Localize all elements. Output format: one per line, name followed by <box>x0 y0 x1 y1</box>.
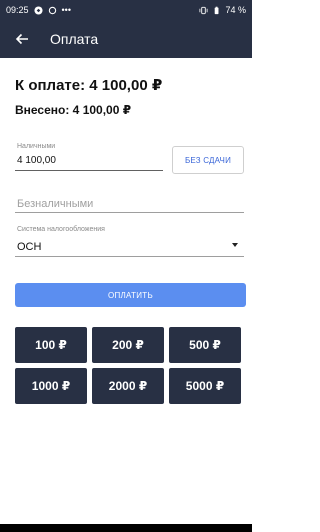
amount-paid: Внесено: 4 100,00 ₽ <box>15 103 132 117</box>
tax-system-select[interactable]: ОСН <box>17 241 41 253</box>
cashless-input-underline <box>15 212 244 213</box>
quick-amount-500-button[interactable]: 500 ₽ <box>169 327 241 363</box>
quick-amount-5000-button[interactable]: 5000 ₽ <box>169 368 241 404</box>
cash-input[interactable]: 4 100,00 <box>17 155 56 166</box>
battery-level: 74 % <box>225 5 246 15</box>
sync-icon <box>48 6 56 14</box>
quick-amount-2000-button[interactable]: 2000 ₽ <box>92 368 164 404</box>
status-bar: 09:25 ••• 74 % <box>0 0 252 20</box>
page-title: Оплата <box>50 31 99 47</box>
cash-input-underline <box>15 170 163 171</box>
vibrate-icon <box>199 6 208 14</box>
cashless-input[interactable]: Безналичными <box>17 198 93 210</box>
quick-amount-200-button[interactable]: 200 ₽ <box>92 327 164 363</box>
notification-icon <box>33 5 43 15</box>
back-arrow-icon[interactable] <box>14 31 30 47</box>
navigation-bar <box>0 524 252 532</box>
more-notifications-icon: ••• <box>61 5 71 15</box>
tax-system-label: Система налогообложения <box>17 226 105 233</box>
pay-button[interactable]: ОПЛАТИТЬ <box>15 283 246 307</box>
amount-to-pay: К оплате: 4 100,00 ₽ <box>15 77 163 94</box>
dropdown-arrow-icon[interactable] <box>232 243 238 247</box>
battery-icon <box>215 6 219 14</box>
tax-system-underline <box>15 256 244 257</box>
app-bar: Оплата <box>0 20 252 58</box>
quick-amount-1000-button[interactable]: 1000 ₽ <box>15 368 87 404</box>
cash-field-label: Наличными <box>17 143 56 150</box>
status-time: 09:25 <box>6 5 29 15</box>
quick-amount-100-button[interactable]: 100 ₽ <box>15 327 87 363</box>
no-change-button[interactable]: БЕЗ СДАЧИ <box>172 146 244 174</box>
